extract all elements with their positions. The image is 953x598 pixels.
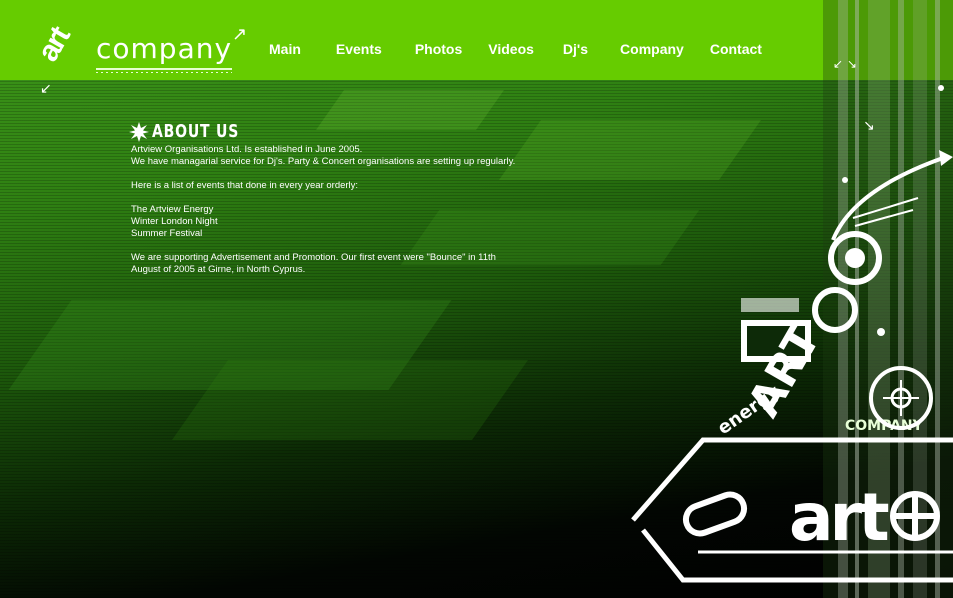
nav-main[interactable]: Main xyxy=(262,41,308,57)
nav-videos[interactable]: Videos xyxy=(481,41,541,57)
about-text: We have managarial service for Dj's. Par… xyxy=(131,156,516,167)
svg-text:↘: ↘ xyxy=(863,118,875,134)
svg-text:↙ ↘: ↙ ↘ xyxy=(833,57,857,71)
about-text: Here is a list of events that done in ev… xyxy=(131,180,359,191)
logo-mark: art xyxy=(31,22,77,68)
nav-events[interactable]: Events xyxy=(329,41,389,57)
about-text: Artview Organisations Ltd. Is establishe… xyxy=(131,144,363,155)
nav-photos[interactable]: Photos xyxy=(408,41,469,57)
arrow-down-left-icon: ↙ xyxy=(40,80,52,96)
about-text: We are supporting Advertisement and Prom… xyxy=(131,252,496,263)
logo-dots xyxy=(96,72,232,73)
event-item: Summer Festival xyxy=(131,228,203,239)
starburst-icon xyxy=(129,122,149,142)
logo-underline xyxy=(96,68,232,70)
event-item: The Artview Energy xyxy=(131,204,214,215)
about-heading: ABOUT US xyxy=(129,122,531,142)
logo-text: company xyxy=(96,32,233,65)
arrow-up-right-icon: ↗ xyxy=(232,24,248,44)
art-logo-big: art xyxy=(789,479,889,556)
bg-stripe xyxy=(171,360,529,440)
page-title: ABOUT US xyxy=(152,121,240,142)
nav-djs[interactable]: Dj's xyxy=(556,41,595,57)
decorative-artwork: ↙ ↘ ↘ energy ART COMPANY art xyxy=(631,0,953,598)
site-logo[interactable]: art company ↗ ↙ xyxy=(30,16,260,98)
about-text: August of 2005 at Girne, in North Cyprus… xyxy=(131,264,306,275)
event-item: Winter London Night xyxy=(131,216,218,227)
about-section: ABOUT US Artview Organisations Ltd. Is e… xyxy=(129,122,531,276)
